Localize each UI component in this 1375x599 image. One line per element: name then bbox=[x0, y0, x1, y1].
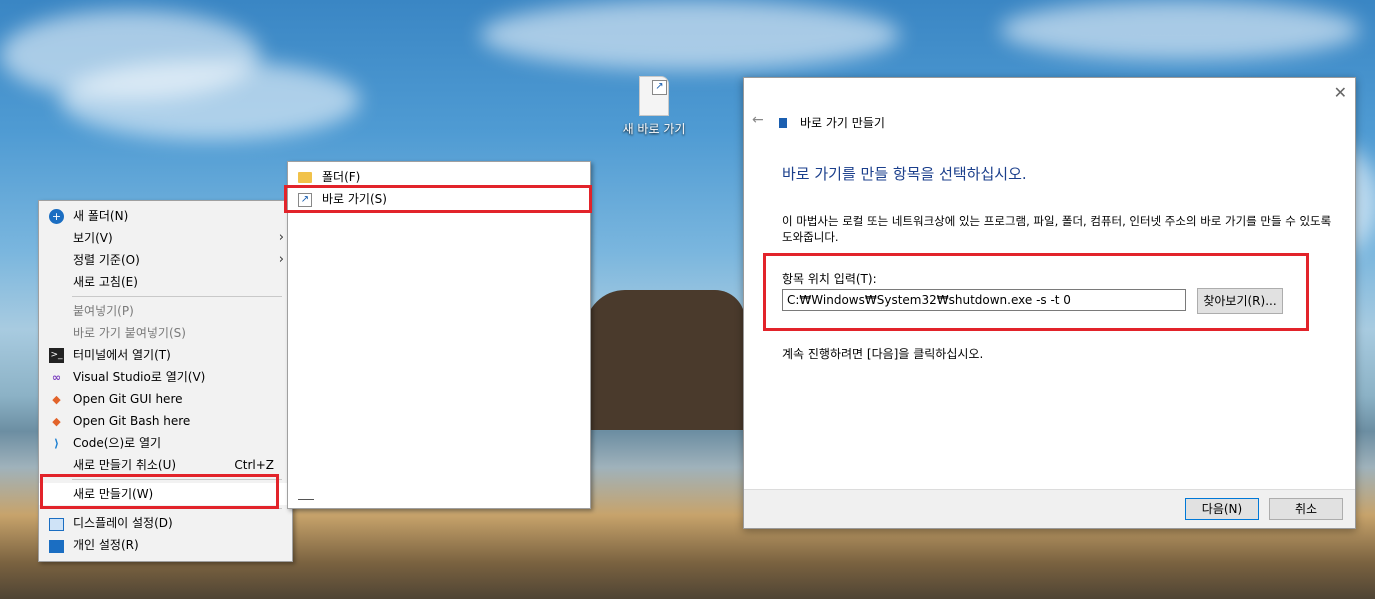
menu-item-open-vscode[interactable]: ⟩ Code(으)로 열기 bbox=[39, 432, 292, 454]
menu-item-open-terminal[interactable]: >_ 터미널에서 열기(T) bbox=[39, 344, 292, 366]
vscode-icon: ⟩ bbox=[53, 437, 60, 450]
dialog-description: 이 마법사는 로컬 또는 네트워크상에 있는 프로그램, 파일, 폴더, 컴퓨터… bbox=[782, 214, 1332, 244]
menu-item-label: Open Git Bash here bbox=[73, 414, 191, 428]
back-arrow-icon[interactable]: ← bbox=[752, 112, 764, 128]
display-icon bbox=[49, 518, 64, 531]
shortcut-text: Ctrl+Z bbox=[234, 458, 274, 472]
menu-item-refresh[interactable]: 새로 고침(E) bbox=[39, 271, 292, 293]
file-icon: ↗ bbox=[639, 76, 669, 116]
menu-item-paste-shortcut: 바로 가기 붙여넣기(S) bbox=[39, 322, 292, 344]
shortcut-title-icon bbox=[779, 118, 787, 128]
rock-formation bbox=[585, 290, 745, 430]
submenu-bottom-marker bbox=[298, 499, 314, 500]
menu-item-sort-by[interactable]: 정렬 기준(O) › bbox=[39, 249, 292, 271]
menu-item-label: 바로 가기 붙여넣기(S) bbox=[73, 326, 186, 340]
menu-item-view[interactable]: 보기(V) › bbox=[39, 227, 292, 249]
highlight-location-input bbox=[763, 253, 1309, 331]
menu-item-label: 새로 만들기 취소(U) bbox=[73, 458, 177, 472]
menu-item-label: Open Git GUI here bbox=[73, 392, 183, 406]
menu-separator bbox=[72, 296, 282, 297]
menu-item-open-git-gui[interactable]: ◆ Open Git GUI here bbox=[39, 388, 292, 410]
cloud bbox=[1000, 0, 1360, 60]
menu-item-paste: 붙여넣기(P) bbox=[39, 300, 292, 322]
dialog-heading: 바로 가기를 만들 항목을 선택하십시오. bbox=[782, 165, 1027, 183]
menu-item-label: 정렬 기준(O) bbox=[73, 253, 140, 267]
shortcut-arrow-icon: ↗ bbox=[652, 80, 667, 95]
menu-item-open-visual-studio[interactable]: ∞ Visual Studio로 열기(V) bbox=[39, 366, 292, 388]
dialog-title: 바로 가기 만들기 bbox=[800, 116, 885, 130]
highlight-new-item bbox=[40, 474, 279, 509]
menu-item-label: 개인 설정(R) bbox=[73, 538, 139, 552]
cancel-button[interactable]: 취소 bbox=[1269, 498, 1343, 520]
chevron-right-icon: › bbox=[278, 252, 284, 267]
highlight-shortcut-item bbox=[284, 185, 592, 213]
dialog-footer: 다음(N) 취소 bbox=[744, 489, 1355, 528]
desktop-shortcut-icon[interactable]: ↗ 새 바로 가기 bbox=[616, 76, 692, 137]
cloud bbox=[480, 0, 900, 70]
menu-item-label: 붙여넣기(P) bbox=[73, 304, 134, 318]
menu-item-display-settings[interactable]: 디스플레이 설정(D) bbox=[39, 512, 292, 534]
menu-item-new-folder[interactable]: + 새 폴더(N) bbox=[39, 205, 292, 227]
close-icon[interactable]: ✕ bbox=[1334, 83, 1347, 102]
personalize-icon bbox=[49, 540, 64, 553]
chevron-right-icon: › bbox=[278, 230, 284, 245]
menu-item-open-git-bash[interactable]: ◆ Open Git Bash here bbox=[39, 410, 292, 432]
menu-item-label: 새로 고침(E) bbox=[73, 275, 138, 289]
menu-item-label: Visual Studio로 열기(V) bbox=[73, 370, 206, 384]
visual-studio-icon: ∞ bbox=[51, 371, 62, 384]
git-icon: ◆ bbox=[52, 393, 61, 406]
menu-item-label: 디스플레이 설정(D) bbox=[73, 516, 173, 530]
next-button[interactable]: 다음(N) bbox=[1185, 498, 1259, 520]
git-icon: ◆ bbox=[52, 415, 61, 428]
new-submenu: 폴더(F) ↗ 바로 가기(S) bbox=[287, 161, 591, 509]
menu-item-label: 새 폴더(N) bbox=[73, 209, 129, 223]
menu-item-undo-new[interactable]: 새로 만들기 취소(U) Ctrl+Z bbox=[39, 454, 292, 476]
terminal-icon: >_ bbox=[49, 348, 64, 363]
continue-hint: 계속 진행하려면 [다음]을 클릭하십시오. bbox=[782, 347, 984, 361]
menu-item-personalize[interactable]: 개인 설정(R) bbox=[39, 534, 292, 556]
menu-item-label: Code(으)로 열기 bbox=[73, 436, 162, 450]
folder-icon bbox=[298, 172, 312, 183]
menu-item-label: 터미널에서 열기(T) bbox=[73, 348, 171, 362]
menu-item-label: 보기(V) bbox=[73, 231, 113, 245]
desktop-icon-label: 새 바로 가기 bbox=[622, 122, 686, 136]
new-folder-icon: + bbox=[49, 209, 64, 224]
cloud bbox=[60, 60, 360, 140]
